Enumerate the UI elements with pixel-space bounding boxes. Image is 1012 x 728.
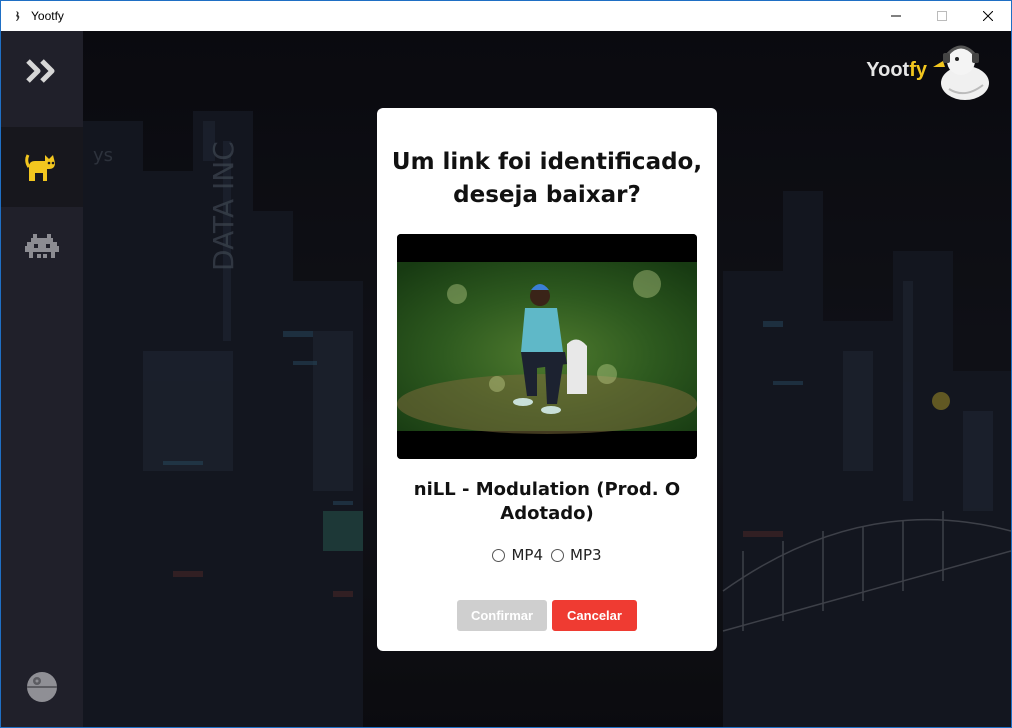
death-star-icon [27,672,57,702]
download-dialog: Um link foi identificado, deseja baixar? [377,108,717,651]
brand-logo: Yootfy [866,37,991,103]
main-area: DATA INC ys Yootfy Um link foi identific… [83,31,1011,727]
double-chevron-right-icon [26,59,55,83]
minimize-button[interactable] [873,1,919,31]
cancel-button[interactable]: Cancelar [552,600,637,631]
app-window: Yootfy DATA INC ys Yootfy Um link foi id… [0,0,1012,728]
brand-wordmark: Yootfy [866,59,927,82]
dialog-actions: Confirmar Cancelar [377,600,717,631]
brand-name-main: Yoot [866,58,910,81]
maximize-button[interactable] [919,1,965,31]
dialog-title: Um link foi identificado, deseja baixar? [391,149,703,208]
space-invader-icon [25,234,59,258]
close-icon [983,11,993,21]
sidebar-item-alien[interactable] [1,207,83,287]
cat-icon [25,154,55,181]
format-label-mp4: MP4 [511,546,543,564]
radio-mp3[interactable] [551,548,564,562]
sidebar [1,31,83,727]
close-button[interactable] [965,1,1011,31]
maximize-icon [937,11,947,21]
title-bar: Yootfy [1,1,1011,31]
sidebar-item-cat[interactable] [1,127,83,207]
minimize-icon [891,15,901,17]
brand-name-accent: fy [909,58,927,81]
duck-mascot-icon [933,45,989,100]
radio-mp4[interactable] [492,548,506,562]
window-title: Yootfy [31,9,64,23]
app-icon [11,9,25,23]
sidebar-toggle-button[interactable] [1,31,83,111]
format-options: MP4 MP3 [377,546,717,564]
format-option-mp4[interactable]: MP4 [492,546,543,564]
confirm-button[interactable]: Confirmar [457,600,547,631]
app-content: DATA INC ys Yootfy Um link foi identific… [1,31,1011,727]
window-controls [873,1,1011,31]
video-title: niLL - Modulation (Prod. O Adotado) [413,479,681,524]
sidebar-item-settings[interactable] [1,647,83,727]
format-label-mp3: MP3 [570,546,602,564]
format-option-mp3[interactable]: MP3 [551,546,602,564]
video-thumbnail [397,234,697,459]
